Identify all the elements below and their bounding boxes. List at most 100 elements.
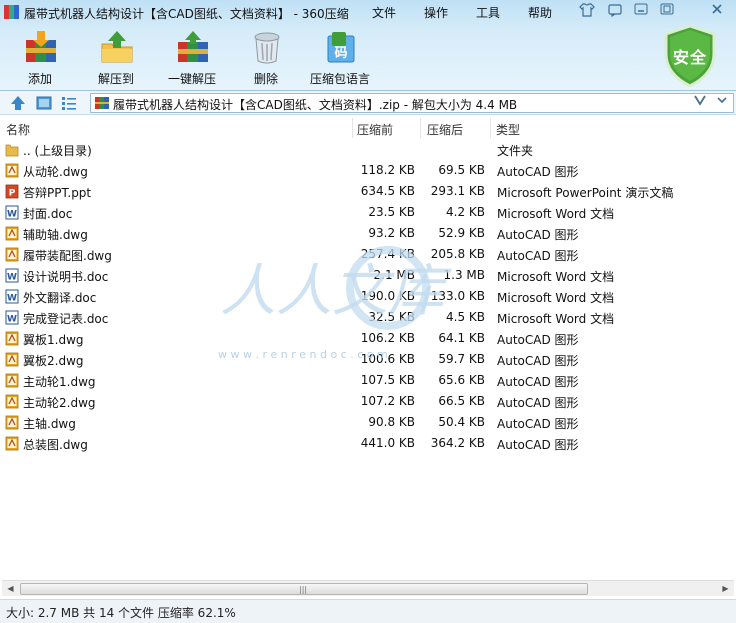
- dwg-file-icon: [5, 247, 19, 262]
- table-row[interactable]: 总装图.dwg 441.0 KB 364.2 KB AutoCAD 图形: [0, 433, 736, 454]
- status-text: 大小: 2.7 MB 共 14 个文件 压缩率 62.1%: [6, 606, 236, 620]
- file-type: AutoCAD 图形: [497, 396, 579, 410]
- dwg-file-icon: [5, 415, 19, 430]
- file-type: Microsoft Word 文档: [497, 312, 615, 326]
- file-name: 答辩PPT.ppt: [23, 186, 92, 200]
- doc-file-icon: W: [5, 268, 19, 283]
- file-size-before: 23.5 KB: [368, 205, 415, 219]
- status-bar: 大小: 2.7 MB 共 14 个文件 压缩率 62.1%: [0, 599, 736, 623]
- add-archive-icon: [24, 30, 58, 64]
- security-shield-icon[interactable]: 安全: [662, 24, 718, 88]
- scroll-right-icon[interactable]: ▶: [718, 582, 733, 596]
- folder-file-icon: [5, 142, 19, 157]
- file-list: .. (上级目录) 文件夹 从动轮.dwg 118.2 KB 69.5 KB AutoCA…: [0, 139, 736, 579]
- horizontal-scrollbar[interactable]: ◀ ||| ▶: [2, 580, 734, 596]
- dwg-file-icon: [5, 352, 19, 367]
- language-badge-text: 码: [334, 46, 347, 61]
- address-text: 履带式机器人结构设计【含CAD图纸、文档资料】.zip - 解包大小为 4.4 …: [113, 98, 518, 112]
- table-row[interactable]: W 设计说明书.doc 2.1 MB 1.3 MB Microsoft Word 文档: [0, 265, 736, 286]
- file-name: 外文翻译.doc: [23, 291, 97, 305]
- file-type: Microsoft Word 文档: [497, 291, 615, 305]
- title-bar: 履带式机器人结构设计【含CAD图纸、文档资料】 - 360压缩 文件 操作 工具…: [0, 0, 736, 24]
- file-size-after: 364.2 KB: [430, 436, 485, 450]
- table-row[interactable]: 从动轮.dwg 118.2 KB 69.5 KB AutoCAD 图形: [0, 160, 736, 181]
- dwg-file-icon: [5, 394, 19, 409]
- file-name: 主动轮1.dwg: [23, 375, 96, 389]
- scrollbar-thumb[interactable]: |||: [20, 583, 588, 595]
- table-row[interactable]: 履带装配图.dwg 257.4 KB 205.8 KB AutoCAD 图形: [0, 244, 736, 265]
- table-row[interactable]: 主动轮1.dwg 107.5 KB 65.6 KB AutoCAD 图形: [0, 370, 736, 391]
- add-label: 添加: [27, 72, 52, 86]
- file-size-before: 90.8 KB: [368, 415, 415, 429]
- delete-button[interactable]: 删除: [230, 30, 302, 86]
- minimize-icon[interactable]: [630, 3, 652, 20]
- scroll-left-icon[interactable]: ◀: [3, 582, 18, 596]
- file-size-after: 4.2 KB: [446, 205, 485, 219]
- file-size-after: 293.1 KB: [430, 184, 485, 198]
- column-type[interactable]: 类型: [496, 121, 520, 138]
- table-row[interactable]: W 封面.doc 23.5 KB 4.2 KB Microsoft Word 文档: [0, 202, 736, 223]
- file-size-after: 52.9 KB: [438, 226, 485, 240]
- column-header: 名称 压缩前 压缩后 类型: [0, 118, 736, 138]
- one-click-extract-button[interactable]: 一键解压: [156, 30, 228, 86]
- file-type: 文件夹: [497, 144, 534, 158]
- file-size-after: 205.8 KB: [430, 247, 485, 261]
- dwg-file-icon: [5, 163, 19, 178]
- extract-to-icon: [100, 30, 134, 64]
- file-size-after: 50.4 KB: [438, 415, 485, 429]
- view-thumbnail-icon[interactable]: [36, 95, 52, 111]
- doc-file-icon: W: [5, 310, 19, 325]
- table-row[interactable]: 翼板1.dwg 106.2 KB 64.1 KB AutoCAD 图形: [0, 328, 736, 349]
- dwg-file-icon: [5, 226, 19, 241]
- skin-shirt-icon[interactable]: [576, 3, 598, 20]
- file-type: AutoCAD 图形: [497, 228, 579, 242]
- table-row[interactable]: W 完成登记表.doc 32.5 KB 4.5 KB Microsoft Word 文档: [0, 307, 736, 328]
- column-name[interactable]: 名称: [6, 121, 30, 138]
- archive-language-button[interactable]: 码 压缩包语言: [304, 30, 376, 86]
- add-button[interactable]: 添加: [4, 30, 76, 86]
- menu-operate[interactable]: 操作: [424, 4, 448, 21]
- chevron-down-icon[interactable]: [713, 94, 731, 112]
- table-row[interactable]: 主动轮2.dwg 107.2 KB 66.5 KB AutoCAD 图形: [0, 391, 736, 412]
- one-click-extract-icon: [176, 30, 210, 64]
- maximize-icon[interactable]: [656, 3, 678, 20]
- file-size-before: 441.0 KB: [360, 436, 415, 450]
- file-type: AutoCAD 图形: [497, 165, 579, 179]
- history-dropdown-icon[interactable]: [691, 94, 709, 112]
- table-row[interactable]: .. (上级目录) 文件夹: [0, 139, 736, 160]
- menu-file[interactable]: 文件: [372, 4, 396, 21]
- file-name: 封面.doc: [23, 207, 73, 221]
- grip-icon: |||: [299, 585, 308, 594]
- file-size-after: 66.5 KB: [438, 394, 485, 408]
- table-row[interactable]: 主轴.dwg 90.8 KB 50.4 KB AutoCAD 图形: [0, 412, 736, 433]
- up-arrow-icon[interactable]: [10, 95, 26, 111]
- table-row[interactable]: 辅助轴.dwg 93.2 KB 52.9 KB AutoCAD 图形: [0, 223, 736, 244]
- file-type: AutoCAD 图形: [497, 375, 579, 389]
- zip-archive-icon: [95, 97, 109, 109]
- file-type: AutoCAD 图形: [497, 333, 579, 347]
- file-size-after: 65.6 KB: [438, 373, 485, 387]
- view-list-icon[interactable]: [61, 95, 77, 111]
- address-field[interactable]: 履带式机器人结构设计【含CAD图纸、文档资料】.zip - 解包大小为 4.4 …: [90, 93, 734, 113]
- column-uncompressed[interactable]: 压缩后: [427, 121, 463, 138]
- menu-tools[interactable]: 工具: [476, 4, 500, 21]
- menu-help[interactable]: 帮助: [528, 4, 552, 21]
- file-name: 翼板1.dwg: [23, 333, 84, 347]
- svg-text:W: W: [7, 273, 17, 283]
- close-icon[interactable]: [706, 3, 728, 20]
- message-icon[interactable]: [604, 3, 626, 20]
- table-row[interactable]: P 答辩PPT.ppt 634.5 KB 293.1 KB Microsoft Powe…: [0, 181, 736, 202]
- table-row[interactable]: W 外文翻译.doc 190.0 KB 133.0 KB Microsoft Word …: [0, 286, 736, 307]
- file-size-after: 133.0 KB: [430, 289, 485, 303]
- column-compressed[interactable]: 压缩前: [357, 121, 393, 138]
- file-size-before: 2.1 MB: [373, 268, 415, 282]
- file-name: 主动轮2.dwg: [23, 396, 96, 410]
- table-row[interactable]: 翼板2.dwg 100.6 KB 59.7 KB AutoCAD 图形: [0, 349, 736, 370]
- doc-file-icon: W: [5, 289, 19, 304]
- security-badge-text: 安全: [672, 48, 707, 67]
- file-name: 设计说明书.doc: [23, 270, 109, 284]
- window-title: 履带式机器人结构设计【含CAD图纸、文档资料】 - 360压缩: [24, 7, 349, 21]
- extract-to-label: 解压到: [97, 72, 134, 86]
- file-type: AutoCAD 图形: [497, 354, 579, 368]
- extract-to-button[interactable]: 解压到: [80, 30, 152, 86]
